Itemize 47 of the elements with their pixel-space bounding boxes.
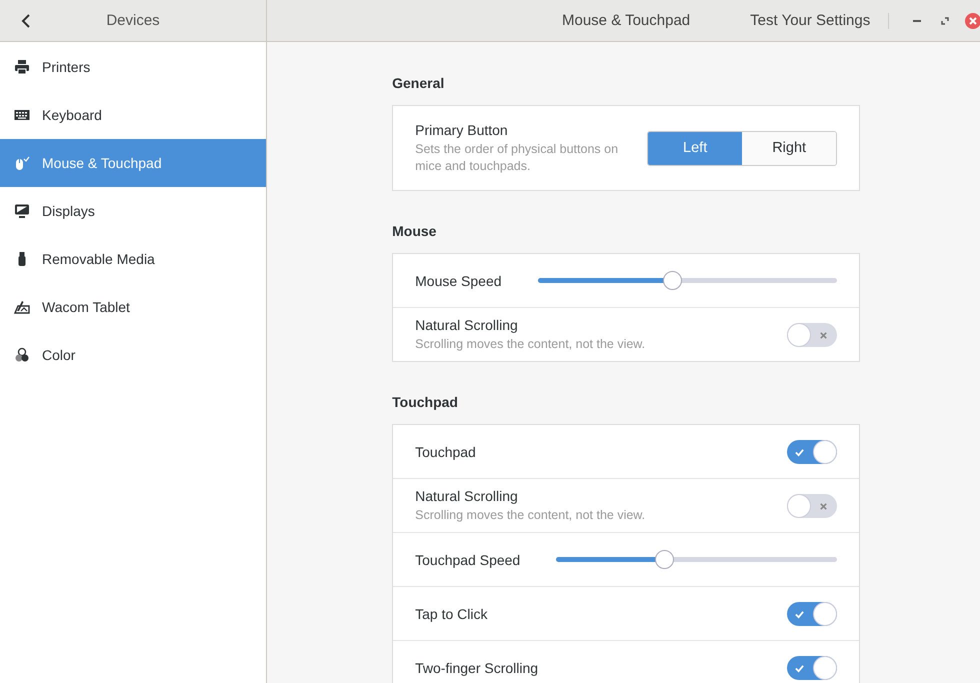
mouse-icon [14, 155, 30, 171]
toggle-switch[interactable] [787, 440, 838, 464]
window-title: Mouse & Touchpad [562, 12, 690, 29]
setting-label: Two-finger Scrolling [415, 660, 540, 676]
color-circles-icon [14, 347, 30, 363]
test-settings-button[interactable]: Test Your Settings [750, 8, 870, 33]
cross-icon [819, 330, 828, 340]
sidebar-item[interactable]: Keyboard [0, 91, 266, 139]
toggle-switch[interactable] [787, 602, 838, 626]
keyboard-icon [14, 107, 30, 123]
setting-label: Natural Scrolling [415, 316, 519, 332]
sidebar-item[interactable]: Wacom Tablet [0, 283, 266, 331]
slider-track[interactable] [538, 278, 838, 283]
check-icon [795, 610, 804, 618]
segment-button[interactable]: Right [742, 132, 836, 164]
setting-description: Sets the order of physical buttons on mice and touchpads. [415, 140, 620, 174]
slider-thumb[interactable] [655, 550, 674, 569]
printer-icon [14, 59, 30, 75]
close-icon [964, 12, 980, 30]
slider-track[interactable] [556, 557, 838, 562]
section-heading: Touchpad [392, 394, 459, 410]
sidebar-item[interactable]: Displays [0, 187, 266, 235]
slider-thumb[interactable] [663, 271, 682, 290]
setting-label: Primary Button [415, 122, 509, 138]
sidebar-item[interactable]: Removable Media [0, 235, 266, 283]
check-icon [795, 664, 804, 672]
section-heading: Mouse [392, 223, 438, 239]
sidebar-item[interactable]: Printers [0, 43, 266, 91]
sidebar-item[interactable]: Color [0, 331, 266, 379]
setting-label: Touchpad [415, 444, 477, 460]
restore-icon [941, 16, 950, 24]
tablet-pen-icon [14, 299, 30, 315]
setting-description: Scrolling moves the content, not the view. [415, 336, 646, 352]
setting-label: Natural Scrolling [415, 488, 519, 504]
check-icon [795, 448, 804, 456]
setting-label: Tap to Click [415, 606, 488, 622]
section-heading: General [392, 75, 446, 91]
setting-label: Mouse Speed [415, 272, 502, 288]
toggle-switch[interactable] [787, 494, 838, 518]
minimize-icon [913, 20, 922, 22]
cross-icon [819, 502, 828, 510]
setting-label: Touchpad Speed [415, 552, 520, 568]
toggle-switch[interactable] [787, 656, 838, 680]
setting-description: Scrolling moves the content, not the view. [415, 506, 646, 524]
toggle-switch[interactable] [787, 322, 838, 346]
display-icon [14, 203, 30, 219]
sidebar-title: Devices [105, 12, 161, 29]
